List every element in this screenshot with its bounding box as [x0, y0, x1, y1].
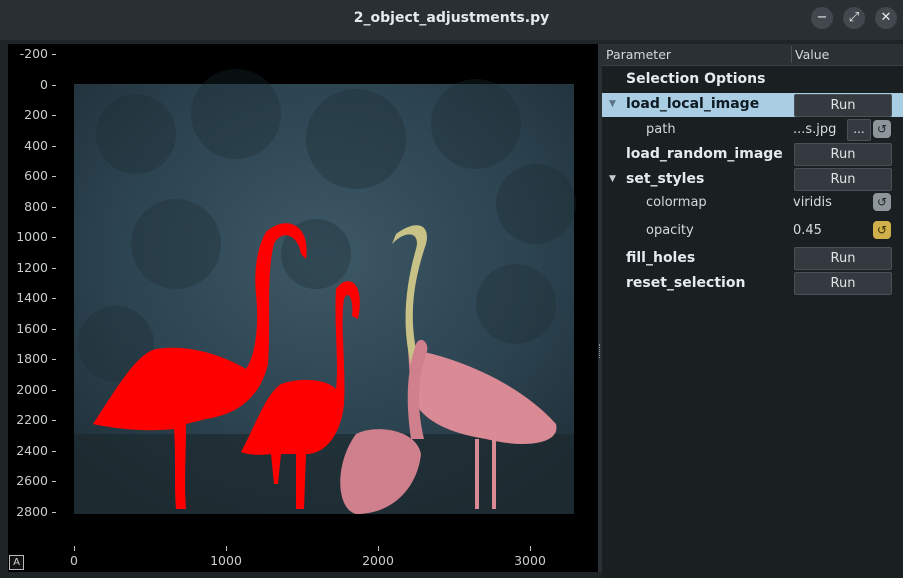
- y-tick-label: 2400: [16, 443, 48, 458]
- y-tick-label: 2600: [16, 473, 48, 488]
- param-opacity: opacity 0.45 ↺: [602, 218, 903, 246]
- param-label: path: [646, 122, 676, 137]
- x-tick-label: 3000: [514, 553, 546, 568]
- y-tick-label: 1600: [16, 321, 48, 336]
- parameter-tree: Parameter Value Selection Options ▼ load…: [602, 44, 903, 578]
- y-tick-label: 400: [24, 138, 48, 153]
- run-button[interactable]: Run: [794, 143, 892, 166]
- header-divider: [791, 46, 792, 63]
- title-bar: 2_object_adjustments.py − ⤢ ✕: [0, 0, 903, 40]
- param-reset-selection: reset_selection Run: [602, 272, 903, 296]
- reset-default-icon[interactable]: ↺: [873, 120, 891, 138]
- run-button[interactable]: Run: [794, 94, 892, 117]
- y-tick-label: 1400: [16, 290, 48, 305]
- y-tick-label: 1000: [16, 229, 48, 244]
- x-tick-mark: [378, 546, 379, 551]
- image-viewport[interactable]: [56, 44, 598, 546]
- y-tick-label: -200: [19, 46, 48, 61]
- close-icon[interactable]: ✕: [875, 7, 897, 29]
- image-plot[interactable]: -200 0 200 400 600 800 1000 1200 1400 16…: [8, 44, 598, 572]
- y-tick-label: 200: [24, 107, 48, 122]
- auto-range-button[interactable]: A: [9, 555, 24, 570]
- y-tick-label: 2000: [16, 382, 48, 397]
- param-label: load_local_image: [626, 96, 760, 112]
- y-tick-label: 1200: [16, 260, 48, 275]
- x-tick-mark: [226, 546, 227, 551]
- param-set-styles: ▼ set_styles Run: [602, 168, 903, 192]
- y-tick-label: 800: [24, 199, 48, 214]
- browse-button[interactable]: ...: [847, 119, 871, 141]
- header-parameter[interactable]: Parameter: [606, 47, 671, 62]
- y-tick-label: 2800: [16, 504, 48, 519]
- param-colormap: colormap viridis ↺: [602, 190, 903, 218]
- run-button[interactable]: Run: [794, 168, 892, 191]
- expand-arrow-icon[interactable]: ▼: [609, 99, 616, 109]
- param-label: load_random_image: [626, 146, 783, 162]
- y-tick-label: 1800: [16, 351, 48, 366]
- path-value[interactable]: ...s.jpg: [793, 122, 836, 137]
- y-tick-label: 0: [40, 77, 48, 92]
- x-tick-label: 0: [70, 553, 78, 568]
- x-axis: 0 1000 2000 3000: [56, 546, 598, 572]
- image-canvas: [74, 69, 576, 514]
- y-tick-label: 2200: [16, 412, 48, 427]
- param-load-random-image: load_random_image Run: [602, 143, 903, 167]
- window-title: 2_object_adjustments.py: [353, 10, 550, 26]
- param-path: path ...s.jpg ... ↺: [602, 118, 903, 142]
- opacity-value[interactable]: 0.45: [793, 223, 822, 238]
- run-button[interactable]: Run: [794, 247, 892, 270]
- x-tick-label: 1000: [210, 553, 242, 568]
- param-label: set_styles: [626, 171, 705, 187]
- y-axis: -200 0 200 400 600 800 1000 1200 1400 16…: [8, 44, 57, 546]
- x-tick-mark: [530, 546, 531, 551]
- tree-header: Parameter Value: [602, 44, 903, 66]
- group-selection-options: Selection Options: [602, 68, 903, 92]
- x-tick-mark: [74, 546, 75, 551]
- run-button[interactable]: Run: [794, 272, 892, 295]
- param-fill-holes: fill_holes Run: [602, 247, 903, 271]
- x-tick-label: 2000: [362, 553, 394, 568]
- minimize-icon[interactable]: −: [811, 7, 833, 29]
- colormap-value[interactable]: viridis: [793, 195, 832, 210]
- reset-default-icon[interactable]: ↺: [873, 193, 891, 211]
- header-value[interactable]: Value: [795, 47, 829, 62]
- param-label: colormap: [646, 195, 707, 210]
- param-label: fill_holes: [626, 250, 696, 266]
- group-label: Selection Options: [626, 71, 766, 87]
- param-label: opacity: [646, 223, 694, 238]
- param-label: reset_selection: [626, 275, 746, 291]
- y-tick-label: 600: [24, 168, 48, 183]
- maximize-icon[interactable]: ⤢: [843, 7, 865, 29]
- reset-default-icon[interactable]: ↺: [873, 221, 891, 239]
- expand-arrow-icon[interactable]: ▼: [609, 174, 616, 184]
- param-load-local-image[interactable]: ▼ load_local_image Run: [602, 93, 903, 117]
